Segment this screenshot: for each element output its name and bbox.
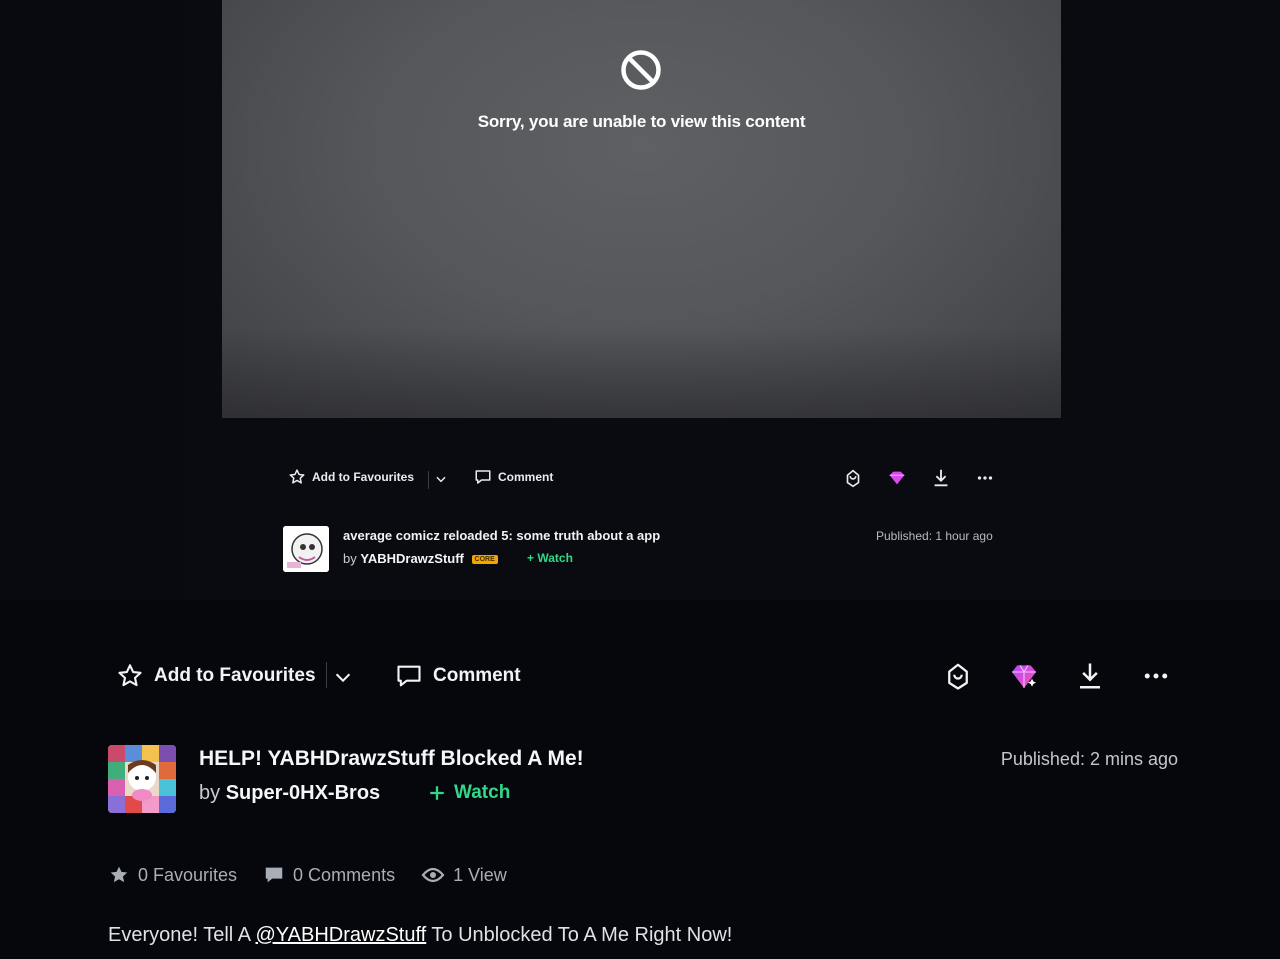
stats-row: 0 Favourites 0 Comments 1 View <box>108 862 507 888</box>
plus-icon <box>430 786 444 800</box>
embedded-by-prefix: by <box>343 551 357 566</box>
embedded-favourite-button[interactable]: Add to Favourites <box>288 468 414 486</box>
more-options-button[interactable] <box>1138 658 1174 694</box>
embedded-deviation-meta: average comicz reloaded 5: some truth ab… <box>283 526 1003 574</box>
favourites-count: 0 Favourites <box>138 864 238 885</box>
divider <box>326 662 327 688</box>
embedded-chevron-down-icon[interactable] <box>434 472 448 486</box>
watch-label: Watch <box>454 782 511 803</box>
cartoon-face-icon <box>283 526 329 572</box>
more-icon <box>1144 673 1168 679</box>
deviation-title: HELP! YABHDrawzStuff Blocked A Me! <box>199 747 584 770</box>
author-avatar[interactable] <box>108 745 176 813</box>
favourite-label: Add to Favourites <box>154 665 316 686</box>
deviation-byline: by Super-0HX-Bros <box>199 782 380 805</box>
core-gem-button[interactable] <box>1006 658 1042 694</box>
embedded-left-gutter <box>0 0 182 600</box>
embedded-comment-button[interactable]: Comment <box>474 468 553 486</box>
embedded-watch-label: Watch <box>537 551 573 565</box>
eye-icon <box>421 867 445 883</box>
embedded-watch-button[interactable]: + Watch <box>527 551 573 565</box>
views-count: 1 View <box>453 864 507 885</box>
embedded-favourite-label: Add to Favourites <box>312 470 415 484</box>
star-icon <box>289 469 305 484</box>
plus-icon: + <box>527 551 535 565</box>
embedded-deviation-title[interactable]: average comicz reloaded 5: some truth ab… <box>343 528 660 543</box>
blocked-message: Sorry, you are unable to view this conte… <box>477 112 806 131</box>
favourites-stat[interactable]: 0 Favourites <box>108 864 237 886</box>
embedded-published-date: Published: 1 hour ago <box>876 529 993 543</box>
embedded-gift-icon[interactable] <box>842 467 864 489</box>
chevron-down-icon[interactable] <box>332 666 354 688</box>
views-stat: 1 View <box>421 863 507 887</box>
add-to-favourites-button[interactable]: Add to Favourites <box>116 662 316 690</box>
comment-icon <box>475 470 491 484</box>
download-icon <box>1080 663 1100 689</box>
watch-button[interactable]: Watch <box>428 782 510 804</box>
embedded-comment-label: Comment <box>498 470 554 484</box>
embedded-more-icon[interactable] <box>974 467 996 489</box>
author-name[interactable]: Super-0HX-Bros <box>226 782 380 804</box>
embedded-divider <box>428 471 429 489</box>
gift-button[interactable] <box>940 658 976 694</box>
placeholder-shade <box>222 328 1061 418</box>
core-badge: CORE <box>471 555 498 565</box>
description-text-before: Everyone! Tell A <box>108 924 256 946</box>
description: Everyone! Tell A @YABHDrawzStuff To Unbl… <box>108 924 732 947</box>
embedded-core-gem-icon[interactable] <box>886 467 908 489</box>
comment-icon <box>397 665 421 687</box>
mention-link[interactable]: @YABHDrawzStuff <box>256 924 427 946</box>
gift-icon <box>948 663 968 690</box>
comment-filled-icon <box>265 867 283 883</box>
embedded-author-name[interactable]: YABHDrawzStuff <box>360 551 464 566</box>
action-bar: Add to Favourites Comment <box>108 650 1188 700</box>
comment-label: Comment <box>433 665 521 686</box>
star-icon <box>118 664 142 687</box>
by-prefix: by <box>199 782 221 804</box>
comments-stat[interactable]: 0 Comments <box>263 864 395 886</box>
download-button[interactable] <box>1072 658 1108 694</box>
description-text-after: To Unblocked To A Me Right Now! <box>426 924 733 946</box>
prohibited-icon <box>621 50 661 90</box>
deviation-meta: HELP! YABHDrawzStuff Blocked A Me! by Su… <box>108 745 1188 817</box>
embedded-right-gutter <box>1100 0 1280 600</box>
embedded-deviation-byline: by YABHDrawzStuff CORE <box>343 551 498 566</box>
embedded-download-icon[interactable] <box>930 467 952 489</box>
embedded-action-bar: Add to Favourites Comment <box>286 462 1006 494</box>
collage-avatar-icon <box>108 745 176 813</box>
embedded-author-avatar[interactable] <box>283 526 329 572</box>
comments-count: 0 Comments <box>293 864 396 885</box>
star-filled-icon <box>110 866 128 883</box>
comment-button[interactable]: Comment <box>395 662 521 690</box>
core-gem-icon <box>1012 665 1036 688</box>
published-date: Published: 2 mins ago <box>1000 749 1178 769</box>
